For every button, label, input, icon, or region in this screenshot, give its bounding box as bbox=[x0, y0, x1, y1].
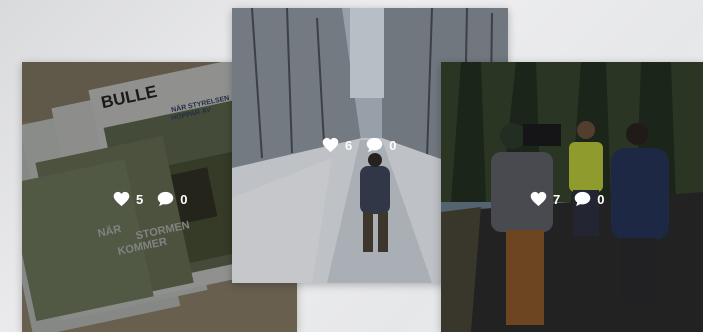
heart-icon bbox=[113, 191, 130, 207]
comment-count[interactable]: 0 bbox=[366, 137, 396, 153]
comment-bubble-icon bbox=[157, 191, 174, 207]
comment-bubble-icon bbox=[366, 137, 383, 153]
comment-count-value: 0 bbox=[180, 191, 188, 207]
like-count-value: 6 bbox=[345, 137, 353, 153]
like-count-value: 7 bbox=[553, 191, 561, 207]
like-count[interactable]: 6 bbox=[322, 137, 352, 153]
comment-count-value: 0 bbox=[389, 137, 397, 153]
post-tile-camera-crew[interactable]: 7 0 bbox=[441, 62, 703, 332]
post-stats: 6 0 bbox=[322, 137, 410, 153]
comment-bubble-icon bbox=[574, 191, 591, 207]
post-stats: 7 0 bbox=[530, 191, 618, 207]
like-count[interactable]: 7 bbox=[530, 191, 560, 207]
comment-count[interactable]: 0 bbox=[574, 191, 604, 207]
post-stats: 5 0 bbox=[113, 191, 201, 207]
like-count[interactable]: 5 bbox=[113, 191, 143, 207]
heart-icon bbox=[322, 137, 339, 153]
comment-count[interactable]: 0 bbox=[157, 191, 187, 207]
heart-icon bbox=[530, 191, 547, 207]
like-count-value: 5 bbox=[136, 191, 144, 207]
comment-count-value: 0 bbox=[597, 191, 605, 207]
